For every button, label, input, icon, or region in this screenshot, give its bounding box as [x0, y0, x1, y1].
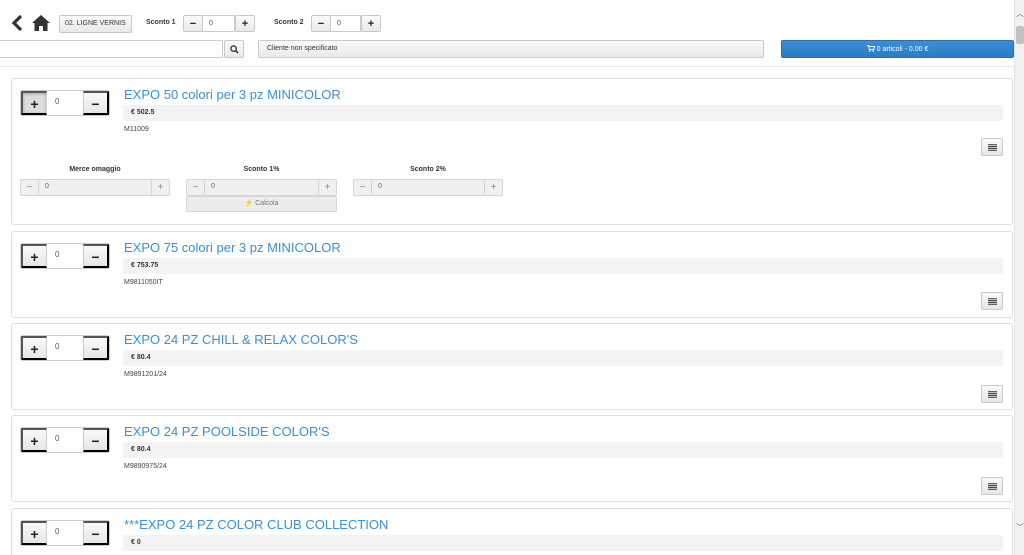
product-code: M9891201/24 [124, 371, 167, 378]
sconto1-percent-label: Sconto 1% [243, 166, 280, 173]
cart-button[interactable]: 0 articoli - 0.00 € [781, 40, 1014, 58]
product-code: M9811050IT [124, 279, 163, 286]
list-icon [987, 482, 997, 490]
sconto2-percent-plus-button[interactable]: + [484, 180, 502, 195]
sconto2-percent-stepper[interactable]: − 0 + [353, 179, 503, 196]
scroll-thumb[interactable] [1016, 26, 1024, 44]
sconto2-label: Sconto 2 [274, 19, 304, 26]
product-title[interactable]: EXPO 24 PZ POOLSIDE COLOR'S [124, 424, 330, 439]
sconto1-percent-stepper[interactable]: − 0 + [186, 179, 337, 196]
qty-value[interactable]: 0 [55, 342, 59, 351]
quantity-stepper[interactable]: + 0 − [20, 520, 110, 546]
product-price: € 753.75 [123, 258, 1003, 274]
sconto1-percent-input[interactable]: 0 [211, 183, 215, 190]
product-price: € 0 [123, 535, 1003, 551]
merce-omaggio-stepper[interactable]: − 0 + [20, 179, 170, 196]
search-icon [229, 44, 239, 54]
back-arrow-icon[interactable] [10, 14, 24, 32]
quantity-stepper[interactable]: + 0 − [20, 427, 110, 453]
category-button[interactable]: 02. LIGNE VERNIS [59, 15, 132, 33]
product-card: + 0 − EXPO 24 PZ CHILL & RELAX COLOR'S €… [11, 323, 1013, 410]
product-title[interactable]: EXPO 75 colori per 3 pz MINICOLOR [124, 240, 341, 255]
sconto2-percent-label: Sconto 2% [410, 166, 446, 173]
qty-minus-button[interactable]: − [83, 521, 109, 545]
qty-value[interactable]: 0 [55, 527, 59, 536]
product-price: € 80.4 [123, 442, 1003, 458]
sconto1-minus-button[interactable]: − [183, 15, 203, 32]
divider [0, 66, 1014, 67]
cart-label: 0 articoli - 0.00 € [876, 46, 929, 53]
qty-value[interactable]: 0 [55, 97, 59, 106]
qty-minus-button[interactable]: − [83, 91, 109, 115]
details-button[interactable] [981, 292, 1003, 310]
product-title[interactable]: ***EXPO 24 PZ COLOR CLUB COLLECTION [124, 517, 388, 532]
merce-omaggio-plus-button[interactable]: + [151, 180, 169, 195]
cart-icon [866, 45, 875, 52]
qty-plus-button[interactable]: + [21, 336, 47, 360]
qty-value[interactable]: 0 [55, 250, 59, 259]
sconto1-input[interactable]: 0 [202, 15, 235, 32]
sconto2-percent-minus-button[interactable]: − [354, 180, 372, 195]
calcola-button[interactable]: ⚡ Calcola [186, 196, 337, 212]
qty-minus-button[interactable]: − [83, 428, 109, 452]
qty-plus-button[interactable]: + [21, 521, 47, 545]
qty-plus-button[interactable]: + [21, 428, 47, 452]
product-card: + 0 − EXPO 75 colori per 3 pz MINICOLOR … [11, 231, 1013, 318]
calcola-label: Calcola [255, 200, 279, 207]
top-toolbar: 02. LIGNE VERNIS Sconto 1 − 0 + Sconto 2… [0, 0, 1014, 68]
product-card: + 0 − EXPO 50 colori per 3 pz MINICOLOR … [11, 78, 1013, 225]
qty-value[interactable]: 0 [55, 434, 59, 443]
sconto2-input[interactable]: 0 [330, 15, 361, 32]
sconto1-percent-minus-button[interactable]: − [187, 180, 205, 195]
lightning-icon: ⚡ [244, 200, 254, 207]
qty-plus-button[interactable]: + [21, 91, 47, 115]
search-input[interactable] [0, 40, 223, 58]
sconto1-label: Sconto 1 [146, 19, 176, 26]
scroll-up-icon[interactable]: ︿ [1015, 8, 1024, 20]
product-code: M9890975/24 [124, 463, 167, 470]
quantity-stepper[interactable]: + 0 − [20, 335, 110, 361]
product-price: € 502.5 [123, 105, 1003, 121]
sconto2-percent-input[interactable]: 0 [378, 183, 382, 190]
home-icon[interactable] [31, 14, 51, 32]
search-button[interactable] [224, 40, 244, 58]
sconto1-plus-button[interactable]: + [235, 15, 255, 32]
sconto2-plus-button[interactable]: + [361, 15, 381, 32]
merce-omaggio-label: Merce omaggio [69, 166, 121, 173]
details-button[interactable] [981, 477, 1003, 495]
merce-omaggio-input[interactable]: 0 [45, 183, 49, 190]
qty-minus-button[interactable]: − [83, 244, 109, 268]
product-title[interactable]: EXPO 50 colori per 3 pz MINICOLOR [124, 87, 341, 102]
quantity-stepper[interactable]: + 0 − [20, 243, 110, 269]
product-title[interactable]: EXPO 24 PZ CHILL & RELAX COLOR'S [124, 332, 358, 347]
product-code: M11009 [124, 126, 149, 133]
details-button[interactable] [981, 385, 1003, 403]
scrollbar[interactable]: ︿ ﹀ [1014, 0, 1024, 555]
sconto2-minus-button[interactable]: − [311, 15, 331, 32]
merce-omaggio-minus-button[interactable]: − [21, 180, 39, 195]
product-price: € 80.4 [123, 350, 1003, 366]
quantity-stepper[interactable]: + 0 − [20, 90, 110, 116]
qty-plus-button[interactable]: + [21, 244, 47, 268]
product-card: + 0 − ***EXPO 24 PZ COLOR CLUB COLLECTIO… [11, 508, 1013, 555]
list-icon [987, 143, 997, 151]
qty-minus-button[interactable]: − [83, 336, 109, 360]
details-button[interactable] [981, 138, 1003, 156]
list-icon [987, 297, 997, 305]
customer-select-button[interactable]: Cliente non specificato [258, 40, 764, 58]
scroll-down-icon[interactable]: ﹀ [1015, 522, 1024, 534]
sconto1-percent-plus-button[interactable]: + [318, 180, 336, 195]
product-card: + 0 − EXPO 24 PZ POOLSIDE COLOR'S € 80.4… [11, 415, 1013, 502]
list-icon [987, 390, 997, 398]
